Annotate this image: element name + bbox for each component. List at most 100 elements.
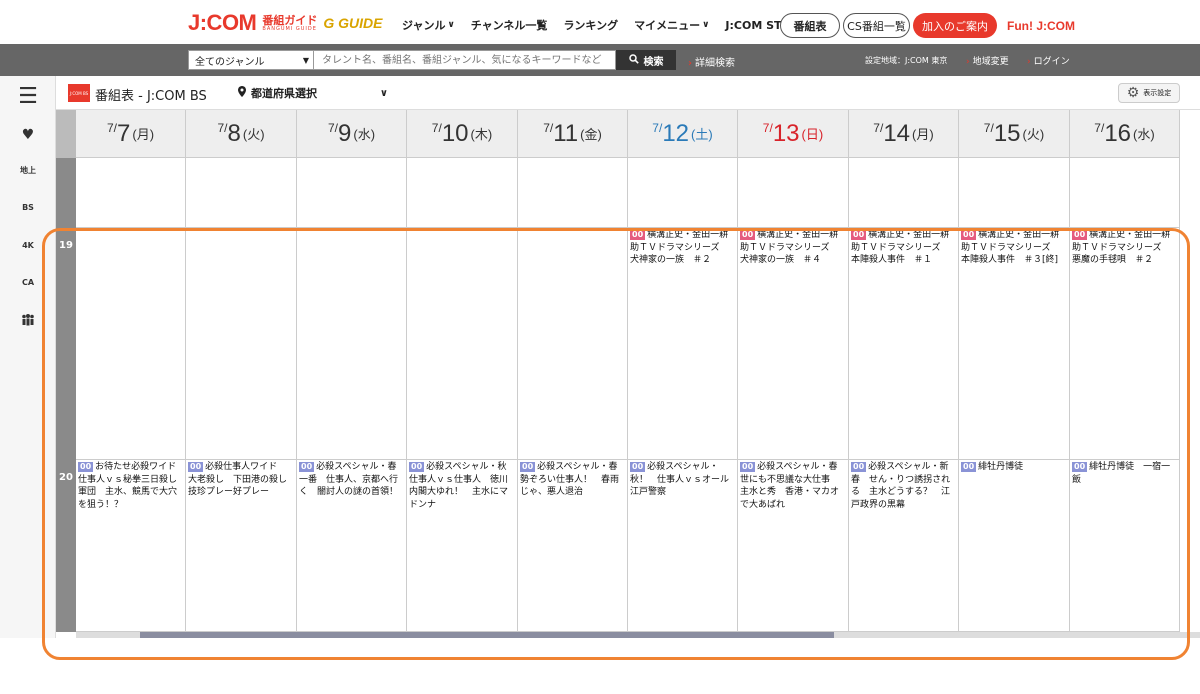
- program-cell[interactable]: [186, 158, 297, 228]
- program-cell[interactable]: [518, 158, 628, 228]
- program-title[interactable]: 00 横溝正史・金田一耕助ＴＶドラマシリーズ 本陣殺人事件 ＃１: [849, 228, 958, 267]
- program-cell[interactable]: 00 横溝正史・金田一耕助ＴＶドラマシリーズ 犬神家の一族 ＃２: [628, 228, 738, 460]
- prefecture-select[interactable]: 都道府県選択 ∨: [238, 85, 388, 101]
- program-cell[interactable]: [849, 158, 959, 228]
- program-cell[interactable]: 00 必殺スペシャル・秋！ 仕事人ｖｓオール江戸警察: [628, 460, 738, 632]
- hour-label: 20: [56, 460, 76, 632]
- start-minute-badge: 00: [630, 230, 646, 240]
- rail-ca[interactable]: CA: [0, 279, 56, 287]
- day-slash: /: [334, 120, 338, 135]
- login-link[interactable]: › ログイン: [1027, 54, 1070, 67]
- program-title[interactable]: 00 必殺スペシャル・春 勢ぞろい仕事人！ 春雨じゃ、悪人退治: [518, 460, 627, 499]
- search-icon: [628, 53, 639, 67]
- day-header[interactable]: 7/9 (水): [297, 110, 407, 158]
- program-cell[interactable]: 00 緋牡丹博徒: [959, 460, 1070, 632]
- advanced-search-link[interactable]: › 詳細検索: [688, 54, 735, 69]
- change-region-link[interactable]: › 地域変更: [966, 54, 1009, 67]
- program-cell[interactable]: [628, 158, 738, 228]
- program-cell[interactable]: 00 必殺仕事人ワイド 大老殺し 下田港の殺し技珍プレー好プレー: [186, 460, 297, 632]
- fun-jcom-link[interactable]: Fun! J:COM: [1007, 19, 1075, 33]
- scrollbar-thumb[interactable]: [140, 632, 834, 638]
- day-header[interactable]: 7/16 (水): [1070, 110, 1180, 158]
- program-cell[interactable]: 00 必殺スペシャル・新春 せん・りつ誘拐される 主水どうする？ 江戸政界の黒幕: [849, 460, 959, 632]
- search-input[interactable]: [314, 50, 616, 70]
- day-weekday: (金): [580, 127, 602, 142]
- program-cell[interactable]: 00 横溝正史・金田一耕助ＴＶドラマシリーズ 本陣殺人事件 ＃１: [849, 228, 959, 460]
- program-cell[interactable]: [407, 228, 518, 460]
- day-month: 7: [327, 120, 335, 135]
- program-cell[interactable]: 00 必殺スペシャル・春一番 仕事人、京都へ行く 闇討人の謎の首領！: [297, 460, 407, 632]
- program-cell[interactable]: [407, 158, 518, 228]
- program-title[interactable]: 00 横溝正史・金田一耕助ＴＶドラマシリーズ 本陣殺人事件 ＃３[終]: [959, 228, 1069, 267]
- day-weekday: (火): [1022, 127, 1045, 142]
- day-slash: /: [438, 120, 442, 135]
- program-title[interactable]: 00 必殺スペシャル・秋 仕事人ｖｓ仕事人 徳川内閣大ゆれ！ 主水にマドンナ: [407, 460, 517, 511]
- day-header[interactable]: 7/7 (月): [76, 110, 186, 158]
- program-cell[interactable]: 00 お待たせ必殺ワイド 仕事人ｖｓ秘拳三日殺し軍団 主水、競馬で大穴を狙う！？: [76, 460, 186, 632]
- program-title[interactable]: 00 必殺スペシャル・新春 せん・りつ誘拐される 主水どうする？ 江戸政界の黒幕: [849, 460, 958, 511]
- start-minute-badge: 00: [740, 462, 756, 472]
- day-header[interactable]: 7/15 (火): [959, 110, 1070, 158]
- day-header[interactable]: 7/13 (日): [738, 110, 849, 158]
- day-header[interactable]: 7/8 (火): [186, 110, 297, 158]
- hour-number: 19: [59, 240, 73, 251]
- day-month: 7: [762, 120, 770, 135]
- day-header[interactable]: 7/11 (金): [518, 110, 628, 158]
- program-cell[interactable]: [738, 158, 849, 228]
- favorite-heart-icon[interactable]: ♥: [0, 127, 56, 143]
- day-month: 7: [1094, 120, 1101, 135]
- horizontal-scrollbar[interactable]: [76, 632, 1200, 638]
- program-title[interactable]: 00 横溝正史・金田一耕助ＴＶドラマシリーズ 犬神家の一族 ＃４: [738, 228, 848, 267]
- program-cell[interactable]: [297, 158, 407, 228]
- day-header[interactable]: 7/14 (月): [849, 110, 959, 158]
- nav-ranking[interactable]: ランキング: [563, 17, 618, 33]
- nav-genre[interactable]: ジャンル ∨: [402, 17, 455, 33]
- program-title[interactable]: 00 緋牡丹博徒: [959, 460, 1069, 474]
- day-weekday: (月): [132, 127, 155, 142]
- site-logo[interactable]: J:COM 番組ガイド BANGUMI GUIDE G GUIDE: [188, 10, 383, 35]
- people-icon[interactable]: [0, 314, 56, 326]
- program-name: 必殺スペシャル・春 勢ぞろい仕事人！ 春雨じゃ、悪人退治: [520, 462, 627, 497]
- nav-channel-list[interactable]: チャンネル一覧: [471, 17, 548, 33]
- program-cell[interactable]: [76, 228, 186, 460]
- genre-select[interactable]: 全てのジャンル ▼: [188, 50, 314, 70]
- program-cell[interactable]: [186, 228, 297, 460]
- program-cell[interactable]: 00 横溝正史・金田一耕助ＴＶドラマシリーズ 本陣殺人事件 ＃３[終]: [959, 228, 1070, 460]
- nav-my-menu[interactable]: マイメニュー ∨: [634, 17, 709, 33]
- program-title[interactable]: 00 緋牡丹博徒 一宿一飯: [1070, 460, 1179, 486]
- rail-4k[interactable]: 4K: [0, 242, 56, 250]
- program-title[interactable]: 00 必殺スペシャル・秋！ 仕事人ｖｓオール江戸警察: [628, 460, 737, 499]
- program-cell[interactable]: 00 必殺スペシャル・春 世にも不思議な大仕事 主水と秀 香港・マカオで大あばれ: [738, 460, 849, 632]
- program-cell[interactable]: 00 必殺スペシャル・秋 仕事人ｖｓ仕事人 徳川内閣大ゆれ！ 主水にマドンナ: [407, 460, 518, 632]
- program-title[interactable]: 00 必殺スペシャル・春一番 仕事人、京都へ行く 闇討人の謎の首領！: [297, 460, 406, 499]
- join-button[interactable]: 加入のご案内: [913, 13, 997, 38]
- program-title[interactable]: 00 横溝正史・金田一耕助ＴＶドラマシリーズ 悪魔の手毬唄 ＃２: [1070, 228, 1179, 267]
- program-cell[interactable]: 00 緋牡丹博徒 一宿一飯: [1070, 460, 1180, 632]
- program-title[interactable]: 00 横溝正史・金田一耕助ＴＶドラマシリーズ 犬神家の一族 ＃２: [628, 228, 737, 267]
- program-cell[interactable]: [297, 228, 407, 460]
- program-cell[interactable]: 00 必殺スペシャル・春 勢ぞろい仕事人！ 春雨じゃ、悪人退治: [518, 460, 628, 632]
- day-header[interactable]: 7/12 (土): [628, 110, 738, 158]
- rail-terrestrial[interactable]: 地上: [0, 167, 56, 175]
- cs-list-button[interactable]: CS番組一覧: [843, 13, 910, 38]
- program-title[interactable]: 00 必殺スペシャル・春 世にも不思議な大仕事 主水と秀 香港・マカオで大あばれ: [738, 460, 848, 511]
- left-rail: ☰ ♥ 地上 BS 4K CA: [0, 76, 56, 638]
- program-title[interactable]: 00 必殺仕事人ワイド 大老殺し 下田港の殺し技珍プレー好プレー: [186, 460, 296, 499]
- rail-bs[interactable]: BS: [0, 204, 56, 212]
- search-button[interactable]: 検索: [616, 50, 676, 70]
- display-settings-button[interactable]: ⚙ 表示設定: [1118, 83, 1180, 103]
- program-cell[interactable]: [959, 158, 1070, 228]
- chevron-down-icon: ∨: [379, 87, 388, 99]
- program-table-button[interactable]: 番組表: [780, 13, 840, 38]
- day-weekday: (木): [470, 127, 493, 142]
- program-cell[interactable]: [518, 228, 628, 460]
- program-cell[interactable]: [1070, 158, 1180, 228]
- menu-icon[interactable]: ☰: [0, 84, 56, 109]
- day-date: 16: [1104, 119, 1132, 147]
- day-header[interactable]: 7/10 (木): [407, 110, 518, 158]
- program-cell[interactable]: 00 横溝正史・金田一耕助ＴＶドラマシリーズ 犬神家の一族 ＃４: [738, 228, 849, 460]
- program-title[interactable]: 00 お待たせ必殺ワイド 仕事人ｖｓ秘拳三日殺し軍団 主水、競馬で大穴を狙う！？: [76, 460, 185, 511]
- program-cell[interactable]: [76, 158, 186, 228]
- program-cell[interactable]: 00 横溝正史・金田一耕助ＴＶドラマシリーズ 悪魔の手毬唄 ＃２: [1070, 228, 1180, 460]
- hour-label: [56, 158, 76, 228]
